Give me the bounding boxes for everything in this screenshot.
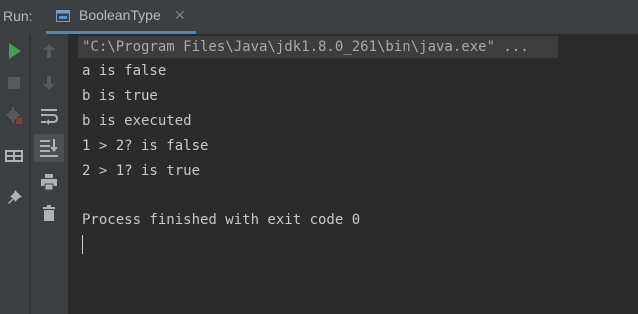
output-line: b is true [82,88,158,104]
close-icon[interactable]: ✕ [174,7,186,24]
run-icon[interactable] [3,40,25,62]
run-label: Run: [3,8,33,24]
pin-icon[interactable] [3,187,25,209]
command-text: "C:\Program Files\Java\jdk1.8.0_261\bin\… [82,39,529,55]
scroll-to-end-icon[interactable] [34,134,64,162]
output-line: b is executed [82,113,192,129]
arrow-down-icon[interactable] [38,72,60,94]
print-icon[interactable] [38,171,60,193]
tab-title: BooleanType [79,7,161,23]
trash-icon[interactable] [38,202,60,224]
output-line: 2 > 1? is true [82,163,201,179]
arrow-up-icon[interactable] [38,40,60,62]
console-toolbar [31,34,68,314]
run-tool-window-header: Run: BooleanType ✕ [0,0,638,34]
output-line: a is false [82,63,167,79]
text-caret [82,235,83,254]
layout-icon[interactable] [3,145,25,167]
stop-icon[interactable] [3,72,25,94]
debug-settings-icon[interactable] [3,105,25,127]
run-toolbar [0,34,29,314]
output-line: 1 > 2? is false [82,138,209,154]
console-output[interactable]: "C:\Program Files\Java\jdk1.8.0_261\bin\… [68,34,638,314]
command-line[interactable]: "C:\Program Files\Java\jdk1.8.0_261\bin\… [78,36,558,58]
soft-wrap-icon[interactable] [38,105,60,127]
process-finished-message: Process finished with exit code 0 [82,212,361,228]
console-tab-icon [56,9,70,22]
tab-booleantype[interactable]: BooleanType ✕ [46,0,196,34]
